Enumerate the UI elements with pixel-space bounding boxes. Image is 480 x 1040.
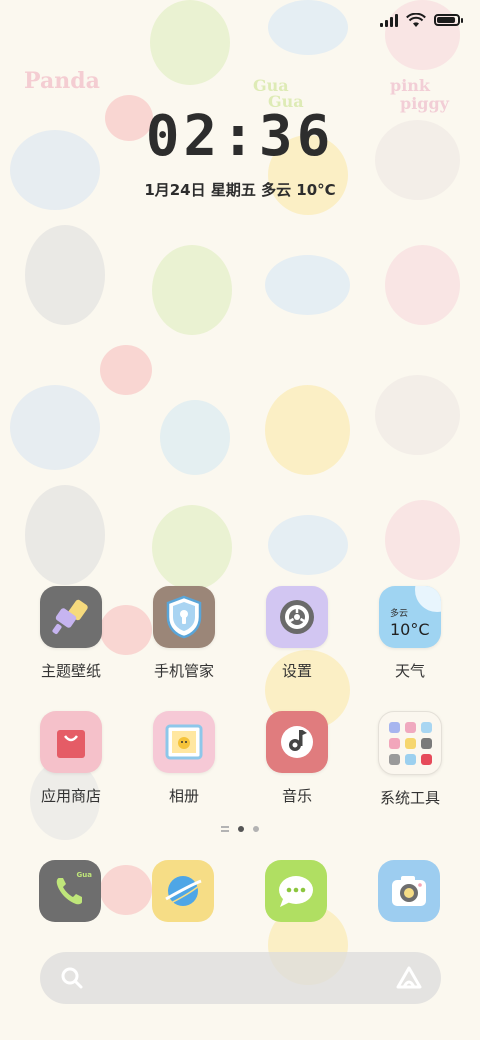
music-note-icon[interactable] bbox=[266, 711, 328, 773]
phone-icon[interactable]: Gua bbox=[39, 860, 101, 922]
status-bar bbox=[380, 10, 463, 30]
pig-decoration-2 bbox=[385, 245, 460, 325]
app-label: 系统工具 bbox=[379, 789, 440, 807]
app-phone-manager[interactable]: 手机管家 bbox=[132, 586, 236, 681]
frog-decoration-3 bbox=[152, 505, 232, 590]
app-label: 设置 bbox=[281, 662, 312, 680]
page-dot-active[interactable] bbox=[238, 826, 244, 832]
wallpaper-text-panda: Panda bbox=[24, 68, 100, 94]
panda-decoration-2 bbox=[25, 485, 105, 585]
page-dot[interactable] bbox=[253, 826, 259, 832]
app-gallery[interactable]: 相册 bbox=[132, 711, 236, 806]
app-label: 手机管家 bbox=[153, 662, 214, 680]
phone-badge-text: Gua bbox=[76, 871, 92, 879]
wifi-icon bbox=[406, 12, 426, 27]
signal-icon bbox=[380, 13, 398, 27]
date-weather-line[interactable]: 1月24日 星期五 多云 10°C bbox=[0, 179, 480, 200]
page-indicator[interactable] bbox=[0, 826, 480, 832]
app-label: 主题壁纸 bbox=[40, 662, 101, 680]
wallpaper-text-pink: pink bbox=[390, 76, 430, 95]
weather-widget-icon[interactable]: 多云 10°C bbox=[379, 586, 441, 648]
apple-decoration-2 bbox=[100, 345, 152, 395]
weather-condition: 多云 bbox=[390, 609, 409, 619]
elephant-decoration-2 bbox=[10, 385, 100, 470]
app-settings[interactable]: 设置 bbox=[245, 586, 349, 681]
chat-bubble-icon[interactable] bbox=[265, 860, 327, 922]
dock: Gua bbox=[0, 860, 480, 922]
car-decoration-2 bbox=[265, 255, 350, 315]
weather-temperature: 10°C bbox=[390, 620, 430, 639]
shield-lock-icon[interactable] bbox=[153, 586, 215, 648]
app-label: 天气 bbox=[394, 662, 425, 680]
app-folder-system-tools[interactable]: 系统工具 bbox=[358, 711, 462, 808]
page-indicator-lines-icon bbox=[221, 826, 229, 832]
gear-icon[interactable] bbox=[266, 586, 328, 648]
app-music[interactable]: 音乐 bbox=[245, 711, 349, 806]
frog-decoration-2 bbox=[152, 245, 232, 335]
car-decoration bbox=[268, 0, 348, 55]
search-bar[interactable] bbox=[40, 952, 441, 1004]
panda-decoration bbox=[25, 225, 105, 325]
house-decoration bbox=[160, 400, 230, 475]
clock-time[interactable]: 02:36 bbox=[0, 104, 480, 169]
duck-decoration-2 bbox=[265, 385, 350, 475]
app-label: 应用商店 bbox=[40, 787, 101, 805]
battery-icon bbox=[434, 14, 463, 26]
frog-decoration bbox=[150, 0, 230, 85]
app-store[interactable]: 应用商店 bbox=[19, 711, 123, 806]
camera-icon[interactable] bbox=[378, 860, 440, 922]
planet-icon[interactable] bbox=[152, 860, 214, 922]
app-theme-wallpaper[interactable]: 主题壁纸 bbox=[19, 586, 123, 681]
shopping-bag-icon[interactable] bbox=[40, 711, 102, 773]
assistant-icon[interactable] bbox=[395, 965, 423, 991]
search-icon[interactable] bbox=[60, 966, 84, 990]
car-decoration-3 bbox=[268, 515, 348, 575]
photo-icon[interactable] bbox=[153, 711, 215, 773]
app-label: 音乐 bbox=[281, 787, 312, 805]
pig-decoration-3 bbox=[385, 500, 460, 580]
app-weather[interactable]: 多云 10°C 天气 bbox=[358, 586, 462, 681]
paintbrush-icon[interactable] bbox=[40, 586, 102, 648]
folder-icon[interactable] bbox=[378, 711, 442, 775]
dog-decoration-2 bbox=[375, 375, 460, 455]
app-label: 相册 bbox=[168, 787, 199, 805]
